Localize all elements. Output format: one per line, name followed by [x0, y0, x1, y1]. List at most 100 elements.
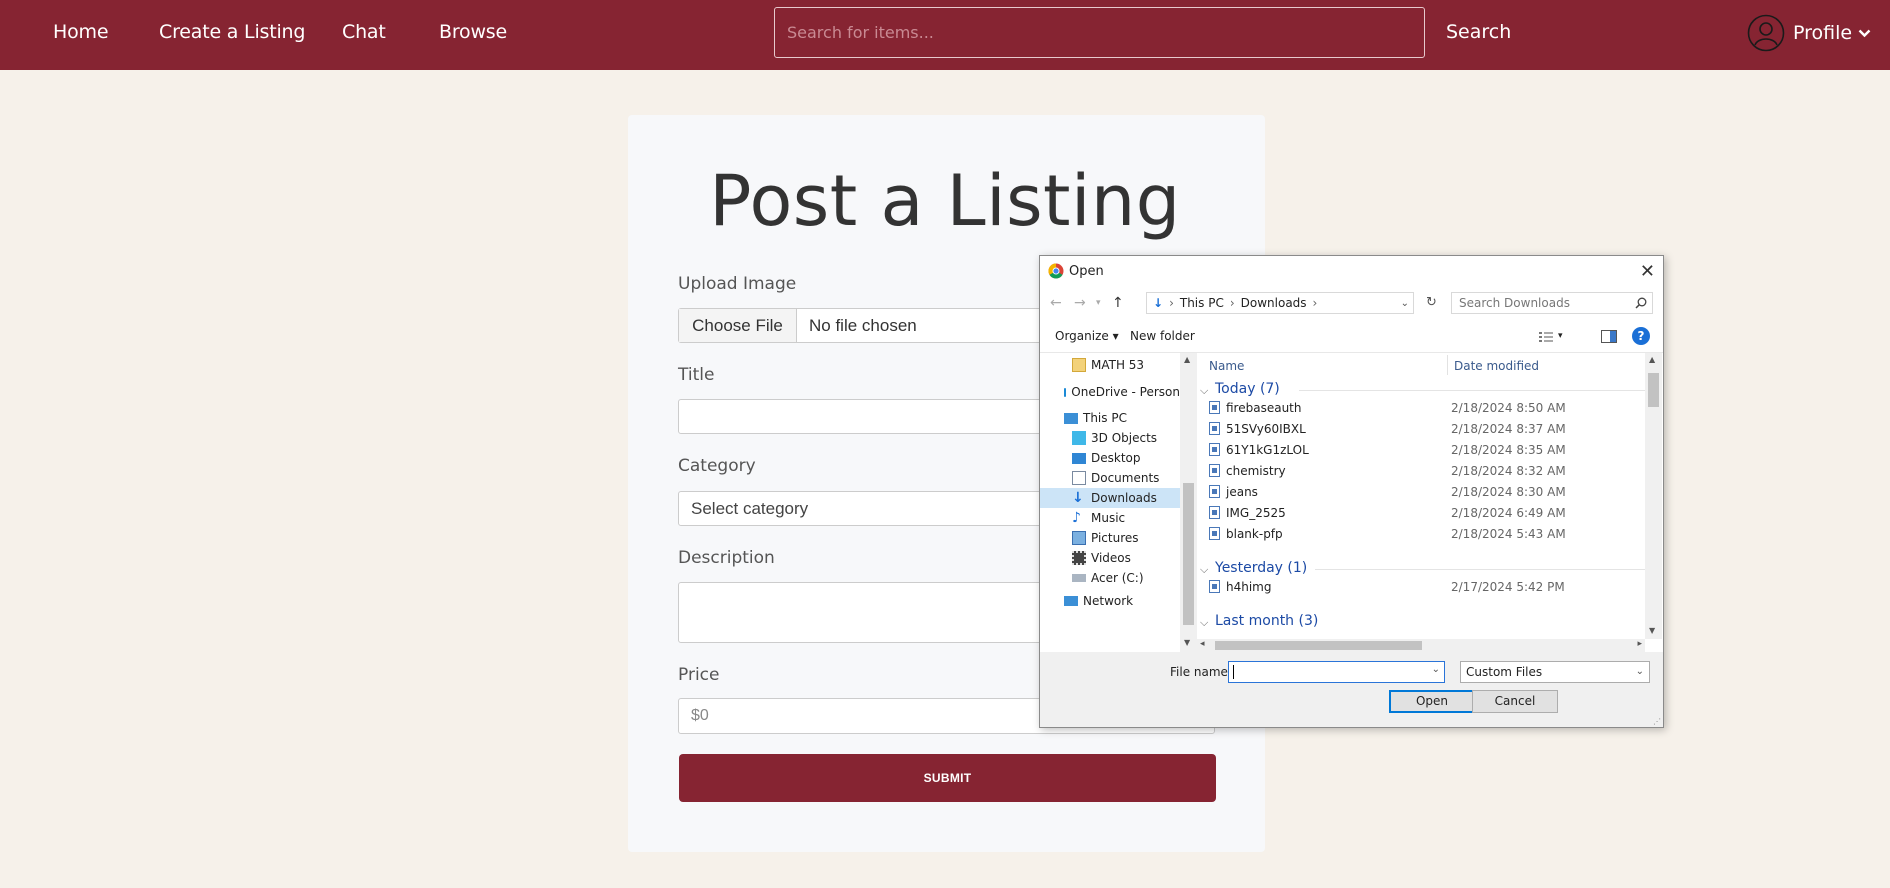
- file-icon: [1209, 527, 1220, 540]
- dialog-navbar: ← → ▾ ↑ ↓ › This PC › Downloads › ⌄ ↻ Se…: [1040, 287, 1663, 320]
- tree-item-acer-c[interactable]: Acer (C:): [1040, 568, 1180, 588]
- back-icon[interactable]: ←: [1050, 295, 1062, 311]
- open-button[interactable]: Open: [1389, 690, 1475, 713]
- group-last-month[interactable]: Last month (3): [1215, 613, 1318, 629]
- nav-browse[interactable]: Browse: [439, 21, 507, 43]
- tree-item-videos[interactable]: Videos: [1040, 548, 1180, 568]
- close-icon[interactable]: ✕: [1640, 261, 1655, 282]
- tree-label: Pictures: [1091, 531, 1139, 545]
- preview-pane-icon[interactable]: [1601, 330, 1617, 343]
- tree-item-this-pc[interactable]: This PC: [1040, 408, 1180, 428]
- desktop-icon: [1072, 452, 1086, 464]
- horizontal-scrollbar[interactable]: ◂ ▸: [1197, 639, 1645, 652]
- file-row[interactable]: blank-pfp 2/18/2024 5:43 AM: [1209, 525, 1649, 542]
- refresh-icon[interactable]: ↻: [1426, 295, 1437, 310]
- file-icon: [1209, 580, 1220, 593]
- tree-scrollbar[interactable]: ▲ ▼: [1180, 353, 1197, 652]
- file-date: 2/18/2024 6:49 AM: [1451, 505, 1566, 520]
- navigation-pane: MATH 53 OneDrive - Person This PC 3D Obj…: [1040, 353, 1180, 652]
- upload-label: Upload Image: [678, 274, 797, 294]
- search-input[interactable]: [774, 7, 1425, 58]
- file-scroll-thumb[interactable]: [1648, 373, 1659, 407]
- file-name: 51SVy60IBXL: [1226, 421, 1306, 436]
- horizontal-scroll-thumb[interactable]: [1215, 641, 1422, 650]
- file-icon: [1209, 464, 1220, 477]
- column-date-modified[interactable]: Date modified: [1454, 359, 1539, 373]
- organize-menu[interactable]: Organize ▾: [1055, 329, 1119, 343]
- file-list: Name Date modified ⌵ Today (7) firebasea…: [1197, 353, 1663, 652]
- tree-item-math-53[interactable]: MATH 53: [1040, 355, 1180, 375]
- tree-label: Network: [1083, 594, 1134, 608]
- collapse-icon[interactable]: ⌵: [1200, 563, 1208, 577]
- up-icon[interactable]: ↑: [1112, 295, 1124, 311]
- page-title: Post a Listing: [709, 160, 1181, 242]
- file-row[interactable]: 61Y1kG1zLOL 2/18/2024 8:35 AM: [1209, 441, 1649, 458]
- tree-item-downloads[interactable]: ↓ Downloads: [1040, 488, 1180, 508]
- nav-create-listing[interactable]: Create a Listing: [159, 21, 305, 43]
- file-row[interactable]: chemistry 2/18/2024 8:32 AM: [1209, 462, 1649, 479]
- file-icon: [1209, 506, 1220, 519]
- tree-item-desktop[interactable]: Desktop: [1040, 448, 1180, 468]
- file-date: 2/18/2024 8:30 AM: [1451, 484, 1566, 499]
- scroll-down-icon[interactable]: ▼: [1649, 626, 1655, 635]
- group-today[interactable]: Today (7): [1215, 381, 1280, 397]
- nav-home[interactable]: Home: [53, 21, 109, 43]
- file-list-scrollbar[interactable]: ▲ ▼: [1645, 353, 1662, 639]
- group-yesterday[interactable]: Yesterday (1): [1215, 560, 1307, 576]
- breadcrumb-downloads[interactable]: Downloads: [1241, 296, 1307, 310]
- tree-scroll-thumb[interactable]: [1183, 483, 1194, 625]
- scroll-down-icon[interactable]: ▼: [1184, 638, 1190, 647]
- network-icon: [1064, 596, 1078, 606]
- cancel-button[interactable]: Cancel: [1472, 690, 1558, 713]
- file-row[interactable]: IMG_2525 2/18/2024 6:49 AM: [1209, 504, 1649, 521]
- description-label: Description: [678, 548, 775, 568]
- file-date: 2/18/2024 8:35 AM: [1451, 442, 1566, 457]
- tree-item-network[interactable]: Network: [1040, 591, 1180, 611]
- tree-item-pictures[interactable]: Pictures: [1040, 528, 1180, 548]
- file-name-dropdown-icon[interactable]: ⌄: [1432, 664, 1440, 675]
- resize-grip-icon[interactable]: ⋰: [1653, 717, 1661, 726]
- file-row[interactable]: 51SVy60IBXL 2/18/2024 8:37 AM: [1209, 420, 1649, 437]
- collapse-icon[interactable]: ⌵: [1200, 616, 1208, 630]
- column-name[interactable]: Name: [1209, 359, 1244, 373]
- address-dropdown-icon[interactable]: ⌄: [1401, 298, 1409, 309]
- file-name-input[interactable]: ⌄: [1228, 661, 1445, 683]
- new-folder-button[interactable]: New folder: [1130, 329, 1195, 343]
- tree-label: OneDrive - Person: [1071, 385, 1180, 399]
- breadcrumb-this-pc[interactable]: This PC: [1180, 296, 1224, 310]
- tree-label: Documents: [1091, 471, 1160, 485]
- search-button[interactable]: Search: [1446, 21, 1511, 43]
- collapse-icon[interactable]: ⌵: [1200, 384, 1208, 398]
- scroll-right-icon[interactable]: ▸: [1637, 639, 1642, 649]
- view-dropdown-icon[interactable]: ▾: [1558, 331, 1563, 341]
- recent-dropdown-icon[interactable]: ▾: [1096, 298, 1101, 308]
- profile-menu[interactable]: Profile: [1747, 13, 1871, 53]
- category-label: Category: [678, 456, 756, 476]
- tree-label: Downloads: [1091, 491, 1157, 505]
- forward-icon[interactable]: →: [1074, 295, 1086, 311]
- file-row[interactable]: h4himg 2/17/2024 5:42 PM: [1209, 578, 1649, 595]
- scroll-up-icon[interactable]: ▲: [1184, 355, 1190, 364]
- help-icon[interactable]: ?: [1632, 327, 1650, 345]
- file-icon: [1209, 401, 1220, 414]
- scroll-left-icon[interactable]: ◂: [1200, 639, 1205, 649]
- tree-item-3d-objects[interactable]: 3D Objects: [1040, 428, 1180, 448]
- search-downloads-input[interactable]: Search Downloads: [1451, 292, 1653, 314]
- file-row[interactable]: firebaseauth 2/18/2024 8:50 AM: [1209, 399, 1649, 416]
- file-name: IMG_2525: [1226, 505, 1286, 520]
- scroll-up-icon[interactable]: ▲: [1649, 355, 1655, 364]
- choose-file-button[interactable]: Choose File: [679, 309, 797, 342]
- file-name: chemistry: [1226, 463, 1286, 478]
- file-name: h4himg: [1226, 579, 1272, 594]
- view-options-icon[interactable]: [1539, 331, 1553, 342]
- tree-item-music[interactable]: ♪ Music: [1040, 508, 1180, 528]
- tree-item-documents[interactable]: Documents: [1040, 468, 1180, 488]
- file-type-select[interactable]: Custom Files ⌄: [1460, 661, 1650, 683]
- folder-icon: [1072, 358, 1086, 372]
- submit-button[interactable]: SUBMIT: [679, 754, 1216, 802]
- tree-item-onedrive[interactable]: OneDrive - Person: [1040, 382, 1180, 402]
- address-bar[interactable]: ↓ › This PC › Downloads › ⌄: [1146, 292, 1414, 314]
- top-nav: Home Create a Listing Chat Browse Search…: [0, 0, 1890, 70]
- file-row[interactable]: jeans 2/18/2024 8:30 AM: [1209, 483, 1649, 500]
- nav-chat[interactable]: Chat: [342, 21, 386, 43]
